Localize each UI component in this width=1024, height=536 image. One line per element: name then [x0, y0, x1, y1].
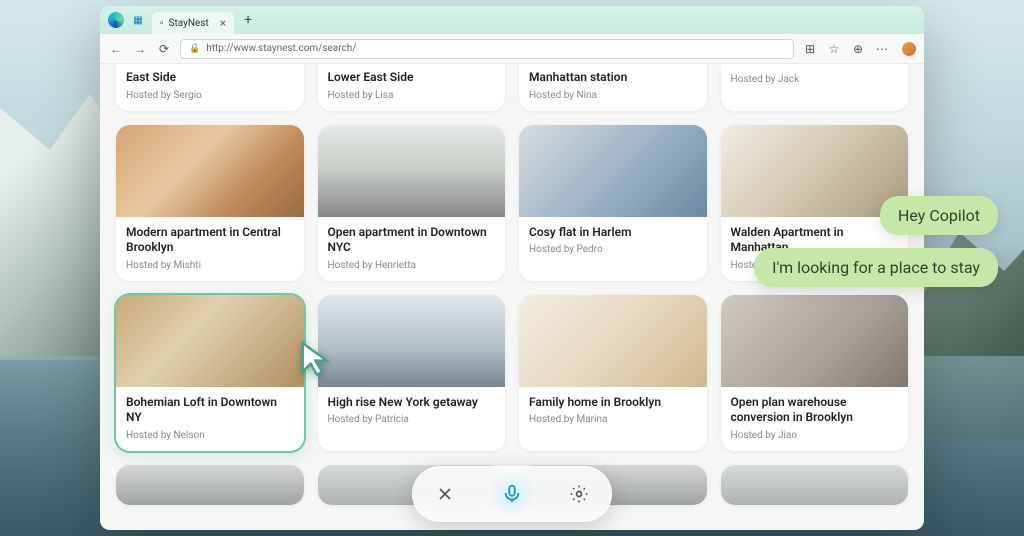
page-content[interactable]: East Side Hosted by Sergio Lower East Si…	[100, 64, 924, 530]
menu-icon[interactable]: ⋯	[874, 41, 890, 57]
listing-card[interactable]: Cosy flat in Harlem Hosted by Pedro	[519, 125, 707, 281]
listing-card[interactable]: Open apartment in Downtown NYC Hosted by…	[318, 125, 506, 281]
listing-image	[318, 295, 506, 387]
listing-host: Hosted by Marina	[529, 414, 697, 425]
copilot-bubble-query: I'm looking for a place to stay	[754, 248, 998, 287]
url-text: http://www.staynest.com/search/	[206, 43, 356, 54]
listing-title: High rise New York getaway	[328, 395, 496, 411]
listing-image	[116, 125, 304, 217]
listing-host: Hosted by Henrietta	[328, 260, 496, 271]
listing-image	[721, 465, 909, 505]
collections-icon[interactable]: ⊕	[850, 41, 866, 57]
workspaces-icon[interactable]: ▦	[130, 12, 146, 28]
listing-title: East Side	[126, 70, 294, 86]
new-tab-button[interactable]: +	[244, 12, 252, 28]
address-bar[interactable]: 🔒 http://www.staynest.com/search/	[180, 39, 794, 59]
copilot-voice-bar	[412, 466, 612, 522]
listing-image	[721, 295, 909, 387]
listing-card-highlighted[interactable]: Bohemian Loft in Downtown NY Hosted by N…	[116, 295, 304, 451]
refresh-icon[interactable]: ⟳	[156, 41, 172, 57]
listing-image	[116, 295, 304, 387]
listing-title: Bohemian Loft in Downtown NY	[126, 395, 294, 426]
back-icon[interactable]: ←	[108, 41, 124, 57]
listing-image	[318, 125, 506, 217]
browser-tab[interactable]: ▫ StayNest ×	[152, 12, 234, 34]
listing-host: Hosted by Nina	[529, 90, 697, 101]
listing-card[interactable]: Hosted by Jack	[721, 64, 909, 111]
listing-image	[519, 295, 707, 387]
listing-title: Open plan warehouse conversion in Brookl…	[731, 395, 899, 426]
listing-title: Lower East Side	[328, 70, 496, 86]
listing-title: Manhattan station	[529, 70, 697, 86]
copilot-bubble-greeting: Hey Copilot	[880, 196, 998, 235]
tab-close-icon[interactable]: ×	[220, 16, 226, 30]
lock-icon: 🔒	[189, 44, 200, 54]
listing-host: Hosted by Lisa	[328, 90, 496, 101]
listing-card[interactable]: Modern apartment in Central Brooklyn Hos…	[116, 125, 304, 281]
listing-card[interactable]: Family home in Brooklyn Hosted by Marina	[519, 295, 707, 451]
listing-host: Hosted by Pedro	[529, 244, 697, 255]
edge-logo-icon	[108, 12, 124, 28]
listing-image	[116, 465, 304, 505]
listing-host: Hosted by Jack	[731, 74, 899, 85]
tab-favicon-icon: ▫	[160, 18, 164, 29]
listing-host: Hosted by Nelson	[126, 430, 294, 441]
settings-button[interactable]	[559, 474, 599, 514]
favorites-icon[interactable]: ☆	[826, 41, 842, 57]
listing-card[interactable]: Open plan warehouse conversion in Brookl…	[721, 295, 909, 451]
listing-host: Hosted by Sergio	[126, 90, 294, 101]
listing-card[interactable]	[721, 465, 909, 505]
listing-card[interactable]: East Side Hosted by Sergio	[116, 64, 304, 111]
forward-icon[interactable]: →	[132, 41, 148, 57]
tab-title: StayNest	[169, 18, 209, 29]
listing-host: Hosted by Mishti	[126, 260, 294, 271]
listing-title: Open apartment in Downtown NYC	[328, 225, 496, 256]
close-button[interactable]	[425, 474, 465, 514]
titlebar: ▦ ▫ StayNest × +	[100, 6, 924, 34]
listing-title: Cosy flat in Harlem	[529, 225, 697, 241]
listing-card[interactable]: Lower East Side Hosted by Lisa	[318, 64, 506, 111]
extensions-icon[interactable]: ⊞	[802, 41, 818, 57]
listing-title: Modern apartment in Central Brooklyn	[126, 225, 294, 256]
listing-title: Family home in Brooklyn	[529, 395, 697, 411]
browser-toolbar: ← → ⟳ 🔒 http://www.staynest.com/search/ …	[100, 34, 924, 64]
microphone-button[interactable]	[490, 472, 534, 516]
listing-image	[721, 125, 909, 217]
listing-card[interactable]	[116, 465, 304, 505]
listing-host: Hosted by Jiao	[731, 430, 899, 441]
listing-image	[519, 125, 707, 217]
listing-card[interactable]: Manhattan station Hosted by Nina	[519, 64, 707, 111]
profile-avatar[interactable]	[902, 42, 916, 56]
listing-host: Hosted by Patricia	[328, 414, 496, 425]
listing-card[interactable]: High rise New York getaway Hosted by Pat…	[318, 295, 506, 451]
